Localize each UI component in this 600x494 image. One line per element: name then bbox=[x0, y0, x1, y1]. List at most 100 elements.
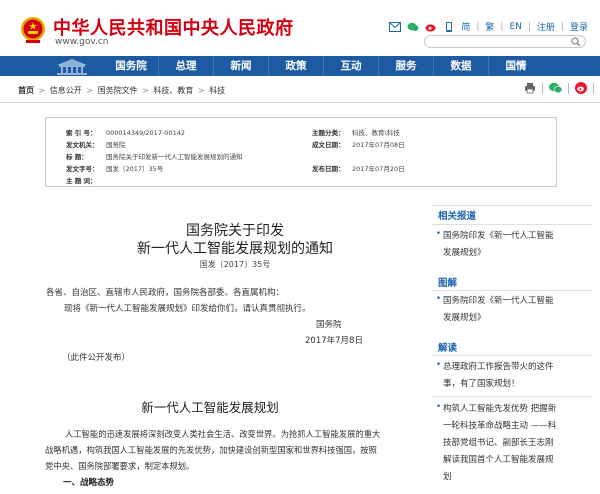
sidebar-link-interp-2-cont[interactable]: 一轮科技革命战略主动 ——科 bbox=[443, 419, 556, 431]
bullet-icon: • bbox=[436, 229, 442, 239]
sidebar-link-interp-2-cont[interactable]: 技部党组书记、副部长王志刚 bbox=[443, 436, 554, 448]
sidebar-divider bbox=[432, 396, 592, 397]
login-link[interactable]: 登录 bbox=[570, 20, 588, 33]
site-url: www.gov.cn bbox=[55, 37, 109, 47]
sidebar-link-interp-2-cont[interactable]: 解读我国首个人工智能发展规 bbox=[443, 453, 554, 465]
header-tools: 简 | 繁 | EN | 注册 | 登录 bbox=[389, 20, 588, 33]
meta-value: 2017年07月08日 bbox=[352, 141, 405, 149]
breadcrumb-separator: > bbox=[86, 86, 94, 95]
sidebar-link-text[interactable]: 国务院印发《新一代人工智能 bbox=[443, 231, 554, 241]
article-notice: 现将《新一代人工智能发展规划》印发给你们，请认真贯彻执行。 bbox=[64, 304, 311, 314]
sidebar-heading-interpretation: 解读 bbox=[438, 343, 458, 354]
register-link[interactable]: 注册 bbox=[537, 20, 555, 33]
wechat-share-icon[interactable] bbox=[549, 82, 562, 94]
search-icon[interactable] bbox=[571, 37, 581, 47]
breadcrumb-bar: 首页 > 信息公开 > 国务院文件 > 科技、教育 > 科技 bbox=[0, 76, 600, 103]
main-nav: 国务院 总理 新闻 政策 互动 服务 数据 国情 bbox=[0, 56, 600, 76]
national-emblem-icon[interactable] bbox=[20, 16, 46, 44]
meta-key: 发文字号： bbox=[66, 165, 99, 173]
nav-item-state-council[interactable]: 国务院 bbox=[104, 56, 158, 76]
meta-value: 科技、教育\科技 bbox=[352, 129, 400, 137]
divider: | bbox=[476, 21, 480, 32]
divider bbox=[593, 82, 594, 94]
meta-value: 国务院关于印发新一代人工智能发展规划的通知 bbox=[106, 153, 243, 161]
nav-item-interaction[interactable]: 互动 bbox=[324, 56, 378, 76]
meta-title: 标 题： 国务院关于印发新一代人工智能发展规划的通知 bbox=[66, 151, 243, 161]
meta-created: 成文日期： 2017年07月08日 bbox=[312, 139, 405, 149]
meta-key: 发布日期： bbox=[312, 165, 345, 173]
breadcrumb-separator: > bbox=[38, 86, 46, 95]
breadcrumb-science[interactable]: 科技 bbox=[209, 86, 225, 95]
document-meta-box: 索 引 号： 000014349/2017-00142 主题分类： 科技、教育\科技… bbox=[45, 117, 557, 187]
sidebar-link-interp-1[interactable]: • 总理政府工作报告带火的这件 bbox=[436, 360, 554, 372]
sidebar-link-related-cont[interactable]: 发展规划》 bbox=[443, 246, 486, 258]
sidebar-divider bbox=[432, 290, 592, 291]
nav-items: 国务院 总理 新闻 政策 互动 服务 数据 国情 bbox=[104, 56, 543, 76]
sidebar-link-interp-2[interactable]: • 构筑人工智能先发优势 把握新 bbox=[436, 402, 556, 414]
sidebar-link-text[interactable]: 总理政府工作报告带火的这件 bbox=[443, 362, 554, 372]
sidebar-divider bbox=[432, 224, 592, 225]
article-title-line1: 国务院关于印发 bbox=[186, 223, 284, 239]
meta-index: 索 引 号： 000014349/2017-00142 bbox=[66, 127, 185, 137]
wechat-icon[interactable] bbox=[407, 22, 419, 32]
sidebar-link-interp-2-cont[interactable]: 划 bbox=[443, 470, 452, 482]
sidebar-link-graphic[interactable]: • 国务院印发《新一代人工智能 bbox=[436, 294, 554, 306]
nav-item-premier[interactable]: 总理 bbox=[159, 56, 213, 76]
home-building-icon[interactable] bbox=[53, 56, 91, 76]
bullet-icon: • bbox=[436, 294, 442, 304]
lang-simplified[interactable]: 简 bbox=[461, 20, 470, 33]
sidebar-link-related[interactable]: • 国务院印发《新一代人工智能 bbox=[436, 229, 554, 241]
article-recipients: 各省、自治区、直辖市人民政府，国务院各部委、各直属机构： bbox=[46, 288, 285, 298]
breadcrumb-sci-edu[interactable]: 科技、教育 bbox=[153, 86, 193, 95]
print-icon[interactable] bbox=[524, 82, 536, 94]
meta-key: 主 题 词： bbox=[66, 177, 97, 185]
weibo-icon[interactable] bbox=[425, 22, 437, 32]
nav-item-national-info[interactable]: 国情 bbox=[489, 56, 543, 76]
mobile-icon[interactable] bbox=[443, 21, 455, 32]
nav-item-data[interactable]: 数据 bbox=[434, 56, 488, 76]
nav-item-policy[interactable]: 政策 bbox=[269, 56, 323, 76]
meta-published: 发布日期： 2017年07月20日 bbox=[312, 163, 405, 173]
lang-english[interactable]: EN bbox=[509, 22, 521, 32]
breadcrumb-state-council-docs[interactable]: 国务院文件 bbox=[98, 86, 138, 95]
lang-traditional[interactable]: 繁 bbox=[485, 20, 494, 33]
article-signer: 国务院 bbox=[316, 320, 342, 330]
sidebar-link-text[interactable]: 构筑人工智能先发优势 把握新 bbox=[443, 404, 556, 414]
meta-value: 000014349/2017-00142 bbox=[106, 129, 185, 137]
meta-value: 2017年07月20日 bbox=[352, 165, 405, 173]
body-paragraph-line: 党中央、国务院部署要求，制定本规划。 bbox=[45, 461, 195, 471]
sidebar-heading-related: 相关报道 bbox=[438, 211, 477, 222]
meta-doc-no: 发文字号： 国发〔2017〕35号 bbox=[66, 163, 163, 173]
article-title-line2: 新一代人工智能发展规划的通知 bbox=[137, 241, 333, 257]
meta-key: 标 题： bbox=[66, 153, 88, 161]
nav-item-news[interactable]: 新闻 bbox=[214, 56, 268, 76]
breadcrumb-home[interactable]: 首页 bbox=[18, 86, 34, 95]
meta-key: 主题分类： bbox=[312, 129, 345, 137]
divider bbox=[568, 82, 569, 94]
nav-item-service[interactable]: 服务 bbox=[379, 56, 433, 76]
body-paragraph-line: 战略机遇，构筑我国人工智能发展的先发优势，加快建设创新型国家和世界科技强国，按照 bbox=[45, 445, 377, 455]
article-public-note: （此件公开发布） bbox=[62, 353, 131, 363]
breadcrumb-separator: > bbox=[197, 86, 205, 95]
article-date: 2017年7月8日 bbox=[305, 336, 363, 346]
divider: | bbox=[560, 21, 564, 32]
sidebar-link-graphic-cont[interactable]: 发展规划》 bbox=[443, 311, 486, 323]
weibo-share-icon[interactable] bbox=[575, 82, 587, 94]
site-header: 中华人民共和国中央人民政府 www.gov.cn 简 | 繁 | EN | 注册… bbox=[0, 0, 600, 56]
sidebar-link-interp-1-cont[interactable]: 事，有了国家规划！ bbox=[443, 377, 520, 389]
meta-key: 索 引 号： bbox=[66, 129, 97, 137]
sidebar-link-text[interactable]: 国务院印发《新一代人工智能 bbox=[443, 296, 554, 306]
breadcrumb-info-public[interactable]: 信息公开 bbox=[50, 86, 82, 95]
sidebar-divider bbox=[432, 355, 592, 356]
mail-icon[interactable] bbox=[389, 21, 402, 32]
section-heading: 一、战略态势 bbox=[63, 478, 115, 488]
meta-subject: 主 题 词： bbox=[66, 175, 106, 185]
article-doc-number: 国发〔2017〕35号 bbox=[199, 260, 271, 269]
divider: | bbox=[500, 21, 504, 32]
meta-key: 成文日期： bbox=[312, 141, 345, 149]
breadcrumb-separator: > bbox=[142, 86, 149, 95]
share-bar bbox=[524, 82, 600, 94]
breadcrumb: 首页 > 信息公开 > 国务院文件 > 科技、教育 > 科技 bbox=[18, 85, 225, 96]
divider bbox=[542, 82, 543, 94]
search-input[interactable] bbox=[424, 35, 586, 48]
